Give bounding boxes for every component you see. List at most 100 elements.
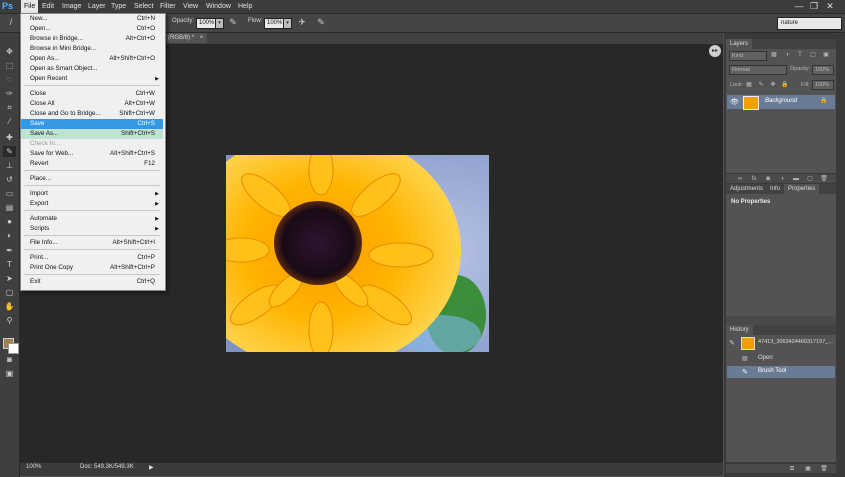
filter-adjust-icon[interactable]: ◑ xyxy=(783,51,791,59)
close-window-button[interactable]: ✕ xyxy=(824,1,836,12)
menu-item-save-as[interactable]: Save As... Shift+Ctrl+S xyxy=(21,129,163,139)
gradient-tool-icon[interactable]: ▤ xyxy=(3,202,16,213)
menu-item-new[interactable]: New... Ctrl+N xyxy=(21,14,163,24)
document-image[interactable] xyxy=(226,155,489,352)
menu-help[interactable]: Help xyxy=(235,0,255,13)
move-tool-icon[interactable]: ✥ xyxy=(3,46,16,57)
airbrush-icon[interactable]: ✈ xyxy=(297,17,307,28)
menu-type[interactable]: Type xyxy=(108,0,129,13)
type-tool-icon[interactable]: T xyxy=(3,259,16,270)
adjustment-layer-icon[interactable]: ◑ xyxy=(778,175,786,183)
new-layer-icon[interactable]: ▢ xyxy=(806,175,814,183)
menu-view[interactable]: View xyxy=(180,0,201,13)
menu-window[interactable]: Window xyxy=(203,0,234,13)
menu-item-import[interactable]: Import ▶ xyxy=(21,189,163,199)
tab-history[interactable]: History xyxy=(726,325,753,335)
flow-dropdown-icon[interactable]: ▾ xyxy=(283,18,292,29)
menu-item-export[interactable]: Export ▶ xyxy=(21,199,163,209)
lock-position-icon[interactable]: ✥ xyxy=(769,81,777,89)
layer-opacity-field[interactable]: 100% xyxy=(812,65,834,75)
pressure-size-icon[interactable]: ✎ xyxy=(316,17,326,28)
new-document-from-state-icon[interactable]: ⧉ xyxy=(788,465,796,473)
menu-item-close-all[interactable]: Close All Alt+Ctrl+W xyxy=(21,99,163,109)
layer-style-icon[interactable]: fx xyxy=(750,175,758,183)
menu-item-close-go-bridge[interactable]: Close and Go to Bridge... Shift+Ctrl+W xyxy=(21,109,163,119)
history-brush-tool-icon[interactable]: ↺ xyxy=(3,174,16,185)
lock-all-icon[interactable]: 🔒 xyxy=(781,81,789,89)
zoom-level[interactable]: 100% xyxy=(26,464,41,470)
document-tab-close-icon[interactable]: × xyxy=(200,35,204,41)
lock-transparent-icon[interactable]: ▦ xyxy=(745,81,753,89)
hand-tool-icon[interactable]: ✋ xyxy=(3,301,16,312)
eyedropper-tool-icon[interactable]: ⁄ xyxy=(3,116,16,127)
link-layers-icon[interactable]: ∞ xyxy=(736,175,744,183)
opacity-dropdown-icon[interactable]: ▾ xyxy=(215,18,224,29)
quick-mask-icon[interactable]: ◙ xyxy=(3,354,16,365)
layer-name[interactable]: Background xyxy=(765,98,797,104)
brush-preset-icon[interactable]: / xyxy=(6,17,16,28)
lasso-tool-icon[interactable]: ◌ xyxy=(3,74,16,85)
menu-item-save-for-web[interactable]: Save for Web... Alt+Shift+Ctrl+S xyxy=(21,149,163,159)
menu-item-revert[interactable]: Revert F12 xyxy=(21,159,163,169)
path-select-tool-icon[interactable]: ➤ xyxy=(3,273,16,284)
tab-properties[interactable]: Properties xyxy=(784,184,820,194)
menu-item-file-info[interactable]: File Info... Alt+Shift+Ctrl+I xyxy=(21,238,163,248)
brush-tool-icon[interactable]: ✎ xyxy=(3,146,16,157)
document-tab[interactable]: (RGB/8) * × xyxy=(164,33,208,43)
tab-layers[interactable]: Layers xyxy=(726,39,753,49)
menu-filter[interactable]: Filter xyxy=(157,0,179,13)
filter-shape-icon[interactable]: ▢ xyxy=(809,51,817,59)
menu-item-automate[interactable]: Automate ▶ xyxy=(21,214,163,224)
pressure-opacity-icon[interactable]: ✎ xyxy=(228,17,238,28)
eraser-tool-icon[interactable]: ▭ xyxy=(3,188,16,199)
menu-item-close[interactable]: Close Ctrl+W xyxy=(21,89,163,99)
shape-tool-icon[interactable]: ▢ xyxy=(3,287,16,298)
new-snapshot-icon[interactable]: ▣ xyxy=(804,465,812,473)
history-brush-source-icon[interactable]: ✎ xyxy=(729,339,735,347)
new-group-icon[interactable]: ▬ xyxy=(792,175,800,183)
delete-layer-icon[interactable]: 🗑 xyxy=(820,175,828,183)
menu-edit[interactable]: Edit xyxy=(39,0,57,13)
add-mask-icon[interactable]: ◙ xyxy=(764,175,772,183)
filter-smart-icon[interactable]: ▣ xyxy=(822,51,830,59)
menu-item-open-smart-object[interactable]: Open as Smart Object... xyxy=(21,64,163,74)
tab-info[interactable]: Info xyxy=(766,184,784,194)
menu-image[interactable]: Image xyxy=(59,0,84,13)
menu-select[interactable]: Select xyxy=(131,0,156,13)
menu-item-place[interactable]: Place... xyxy=(21,174,163,184)
menu-file[interactable]: File xyxy=(21,0,39,13)
menu-item-exit[interactable]: Exit Ctrl+Q xyxy=(21,277,163,287)
menu-item-open-recent[interactable]: Open Recent ▶ xyxy=(21,74,163,84)
menu-item-browse-mini-bridge[interactable]: Browse in Mini Bridge... xyxy=(21,44,163,54)
zoom-tool-icon[interactable]: ⚲ xyxy=(3,315,16,326)
marquee-tool-icon[interactable]: ⬚ xyxy=(3,60,16,71)
workspace-select[interactable]: nature xyxy=(777,17,842,30)
menu-item-browse-bridge[interactable]: Browse in Bridge... Alt+Ctrl+O xyxy=(21,34,163,44)
screen-mode-icon[interactable]: ▣ xyxy=(3,368,16,379)
delete-state-icon[interactable]: 🗑 xyxy=(820,465,828,473)
layer-filter-select[interactable]: Kind xyxy=(729,51,767,61)
restore-button[interactable]: ❐ xyxy=(808,1,820,12)
status-menu-arrow-icon[interactable]: ▶ xyxy=(149,464,154,471)
menu-item-save[interactable]: Save Ctrl+S xyxy=(21,119,163,129)
healing-tool-icon[interactable]: ✚ xyxy=(3,132,16,143)
lock-image-icon[interactable]: ✎ xyxy=(757,81,765,89)
panel-collapse-icon[interactable]: ▸▸ xyxy=(709,45,721,57)
snapshot-name[interactable]: 47413_3063424460317197_... xyxy=(758,339,833,345)
minimize-button[interactable]: — xyxy=(793,1,805,12)
menu-item-open-as[interactable]: Open As... Alt+Shift+Ctrl+O xyxy=(21,54,163,64)
crop-tool-icon[interactable]: ⌗ xyxy=(3,102,16,113)
blur-tool-icon[interactable]: ● xyxy=(3,216,16,227)
menu-item-print-one-copy[interactable]: Print One Copy Alt+Shift+Ctrl+P xyxy=(21,263,163,273)
blend-mode-select[interactable]: Normal xyxy=(729,65,787,75)
filter-pixel-icon[interactable]: ▦ xyxy=(770,51,778,59)
tab-adjustments[interactable]: Adjustments xyxy=(726,184,767,194)
fill-field[interactable]: 100% xyxy=(812,80,834,90)
menu-layer[interactable]: Layer xyxy=(85,0,109,13)
quick-select-tool-icon[interactable]: ✑ xyxy=(3,88,16,99)
filter-type-icon[interactable]: T xyxy=(796,51,804,59)
pen-tool-icon[interactable]: ✒ xyxy=(3,245,16,256)
menu-item-scripts[interactable]: Scripts ▶ xyxy=(21,224,163,234)
visibility-eye-icon[interactable]: 👁 xyxy=(730,98,739,106)
stamp-tool-icon[interactable]: ⊥ xyxy=(3,160,16,171)
